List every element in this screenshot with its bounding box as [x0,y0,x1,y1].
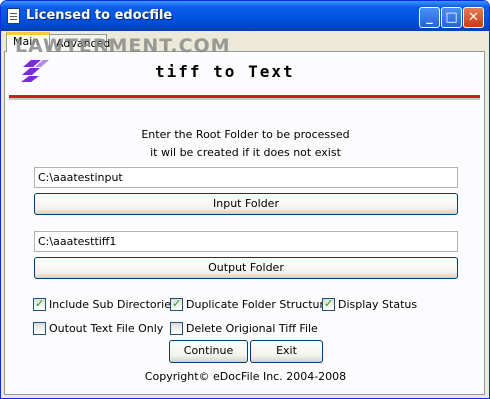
watermark-text: LAWTERMENT.COM [15,35,231,57]
document-icon [7,8,20,24]
close-button[interactable]: ✕ [463,7,484,28]
main-panel: tiff to Text Enter the Root Folder to be… [4,51,485,395]
checkmark-icon: ✓ [172,297,182,310]
checkbox-label: Delete Origional Tiff File [186,322,318,335]
checkbox-box[interactable]: ✓ [322,297,335,311]
app-header-title: tiff to Text [155,62,295,81]
checkbox-label: Outout Text File Only [49,322,164,335]
maximize-button[interactable]: □ [441,7,462,28]
window-title: Licensed to edocfile [26,8,173,23]
checkbox-label: Include Sub Directories [49,298,177,311]
checkbox-box[interactable]: ✓ [170,297,183,311]
continue-button[interactable]: Continue [169,340,248,363]
input-folder-field[interactable]: C:\aaatestinput [34,167,458,188]
input-folder-button[interactable]: Input Folder [34,193,458,215]
title-bar[interactable]: Licensed to edocfile _ □ ✕ [1,1,489,31]
output-folder-field[interactable]: C:\aaatesttiff1 [34,231,458,252]
copyright-text: Copyright© eDocFile Inc. 2004-2008 [144,370,347,383]
checkbox-box[interactable]: ✓ [33,297,46,311]
app-window: Licensed to edocfile _ □ ✕ Advanced Main… [0,0,490,399]
checkmark-icon: ✓ [324,297,334,310]
checkmark-icon: ✓ [35,297,45,310]
instruction-line-1: Enter the Root Folder to be processed [141,128,350,141]
checkbox-box[interactable] [33,322,46,335]
checkbox-label: Display Status [338,298,418,311]
exit-button[interactable]: Exit [250,340,323,363]
checkbox-label: Duplicate Folder Structure [186,298,331,311]
minimize-button[interactable]: _ [419,7,440,28]
header-divider-shadow [9,98,480,100]
checkbox-box[interactable] [170,322,183,335]
instruction-line-2: it wil be created if it does not exist [150,146,341,159]
output-folder-button[interactable]: Output Folder [34,257,458,279]
edocfile-logo-icon [21,60,49,82]
